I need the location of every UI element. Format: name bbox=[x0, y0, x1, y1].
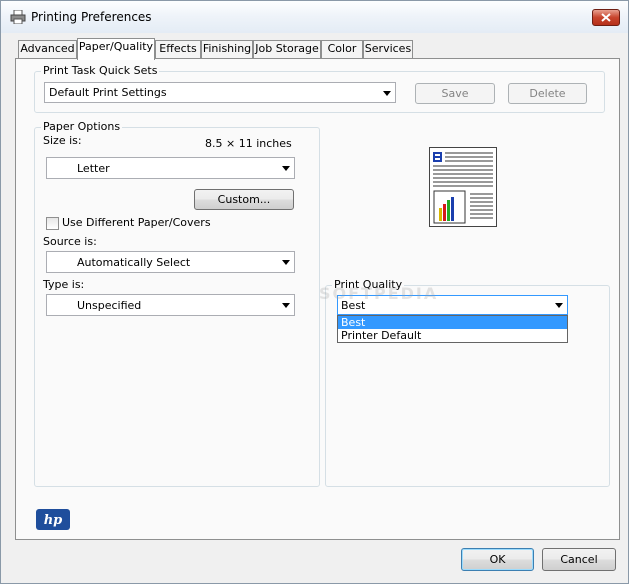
tab-color[interactable]: Color bbox=[321, 40, 363, 59]
type-label: Type is: bbox=[43, 278, 85, 291]
tab-job-storage[interactable]: Job Storage bbox=[253, 40, 321, 59]
softpedia-watermark: SOFTPEDIA bbox=[319, 284, 439, 303]
chevron-down-icon bbox=[282, 303, 290, 308]
size-dimensions: 8.5 × 11 inches bbox=[205, 137, 292, 150]
chevron-down-icon bbox=[383, 91, 391, 96]
different-paper-checkbox[interactable] bbox=[46, 217, 59, 230]
printing-preferences-window: Printing Preferences Advanced Paper/Qual… bbox=[0, 0, 629, 584]
paper-source-value: Automatically Select bbox=[77, 256, 191, 269]
printer-icon bbox=[10, 9, 26, 25]
paper-type-value: Unspecified bbox=[77, 299, 142, 312]
delete-button[interactable]: Delete bbox=[508, 83, 587, 104]
quick-sets-value: Default Print Settings bbox=[49, 86, 167, 99]
source-label: Source is: bbox=[43, 235, 97, 248]
close-button[interactable] bbox=[592, 9, 620, 26]
chevron-down-icon bbox=[555, 303, 563, 308]
svg-text:hp: hp bbox=[44, 513, 63, 528]
page-preview-icon bbox=[429, 147, 497, 227]
paper-options-legend: Paper Options bbox=[41, 120, 123, 133]
tab-effects[interactable]: Effects bbox=[155, 40, 201, 59]
hp-logo: hp bbox=[36, 509, 70, 533]
tab-services[interactable]: Services bbox=[363, 40, 413, 59]
close-icon bbox=[601, 13, 611, 22]
tab-advanced[interactable]: Advanced bbox=[18, 40, 77, 59]
save-button[interactable]: Save bbox=[415, 83, 495, 104]
tab-finishing[interactable]: Finishing bbox=[201, 40, 253, 59]
cancel-button[interactable]: Cancel bbox=[542, 548, 616, 571]
ok-button[interactable]: OK bbox=[461, 548, 534, 571]
different-paper-label: Use Different Paper/Covers bbox=[62, 216, 211, 229]
paper-size-value: Letter bbox=[77, 162, 110, 175]
print-quality-dropdown-list: Best Printer Default bbox=[337, 315, 568, 343]
quick-sets-legend: Print Task Quick Sets bbox=[41, 64, 160, 77]
print-quality-option-best[interactable]: Best bbox=[338, 316, 567, 329]
print-quality-option-printer-default[interactable]: Printer Default bbox=[338, 329, 567, 342]
paper-type-select[interactable]: Unspecified bbox=[46, 294, 295, 316]
title-bar: Printing Preferences bbox=[1, 1, 628, 33]
paper-size-select[interactable]: Letter bbox=[46, 157, 295, 179]
paper-source-select[interactable]: Automatically Select bbox=[46, 251, 295, 273]
custom-size-button[interactable]: Custom... bbox=[194, 189, 294, 210]
chevron-down-icon bbox=[282, 166, 290, 171]
size-label: Size is: bbox=[43, 134, 82, 147]
window-title: Printing Preferences bbox=[31, 10, 152, 24]
chevron-down-icon bbox=[282, 260, 290, 265]
quick-sets-select[interactable]: Default Print Settings bbox=[44, 82, 396, 103]
tab-paper-quality[interactable]: Paper/Quality bbox=[77, 38, 155, 60]
